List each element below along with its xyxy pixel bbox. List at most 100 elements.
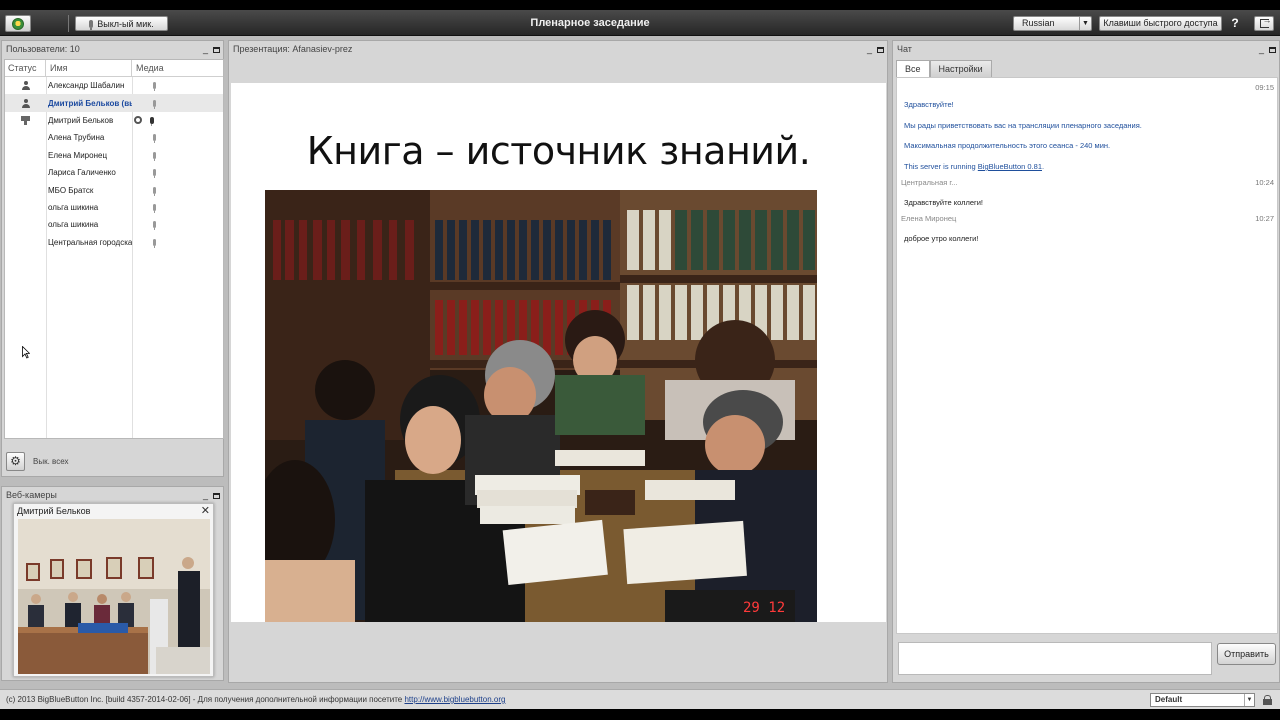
user-status-cell <box>5 98 46 108</box>
user-row[interactable]: Дмитрий Бельков (вы) <box>5 94 223 112</box>
maximize-icon[interactable] <box>877 46 884 53</box>
message-time: 10:27 <box>1255 214 1274 223</box>
microphone-icon[interactable] <box>153 134 156 144</box>
close-icon[interactable]: ✕ <box>201 504 210 518</box>
column-header-media[interactable]: Медиа <box>132 60 223 76</box>
send-message-button[interactable]: Отправить <box>1217 643 1276 665</box>
user-status-cell <box>5 115 46 125</box>
bigbluebutton-logo-icon <box>12 17 24 30</box>
user-media-cell <box>132 221 223 231</box>
server-info-prefix: This server is running <box>904 162 978 171</box>
users-settings-button[interactable]: ⚙ <box>6 451 25 471</box>
column-header-status[interactable]: Статус <box>5 60 46 76</box>
slide-photo-library: 29 12 <box>265 190 817 622</box>
shortcut-keys-button[interactable]: Клавиши быстрого доступа <box>1099 16 1222 31</box>
tab-all[interactable]: Все <box>896 60 930 77</box>
microphone-icon[interactable] <box>150 116 154 126</box>
microphone-icon[interactable] <box>153 151 156 161</box>
webcam-video <box>18 519 210 674</box>
user-row[interactable]: ольга шикина <box>5 216 223 233</box>
users-panel-title: Пользователи: 10 _ <box>2 41 223 57</box>
gear-icon: ⚙ <box>10 453 21 468</box>
users-window-controls: _ <box>203 41 220 57</box>
moderator-icon <box>21 81 30 91</box>
webcam-user-name: Дмитрий Бельков <box>17 506 91 516</box>
user-name: Александр Шабалин <box>48 81 125 91</box>
microphone-icon[interactable] <box>153 203 156 213</box>
microphone-icon[interactable] <box>153 186 156 196</box>
app-header: Выкл-ый мик. Пленарное заседание Russian… <box>0 10 1280 36</box>
microphone-icon[interactable] <box>153 169 156 179</box>
microphone-icon <box>89 19 94 30</box>
message-time: 10:24 <box>1255 178 1274 187</box>
chat-tabs: Все Настройки <box>896 60 992 77</box>
user-name: МБО Братск <box>48 185 94 195</box>
mute-mic-label: Выкл-ый мик. <box>97 18 154 29</box>
app-logo-button[interactable] <box>5 15 31 32</box>
meeting-title: Пленарное заседание <box>530 17 650 29</box>
user-row[interactable]: МБО Братск <box>5 181 223 198</box>
users-panel: Пользователи: 10 _ Статус Имя Медиа Алек… <box>1 40 224 477</box>
user-status-cell <box>5 81 46 91</box>
mouse-cursor-icon <box>22 346 30 359</box>
user-media-cell <box>132 203 223 213</box>
user-row[interactable]: Александр Шабалин <box>5 77 223 94</box>
user-name: Центральная городская б <box>48 237 132 247</box>
user-media-cell <box>132 151 223 161</box>
server-info-message: This server is running BigBlueButton 0.8… <box>904 162 1044 171</box>
layout-select[interactable]: Default ▼ <box>1150 693 1255 707</box>
user-name: Елена Миронец <box>48 150 108 160</box>
bigbluebutton-website-link[interactable]: http://www.bigbluebutton.org <box>404 695 505 704</box>
user-row[interactable]: Центральная городская б <box>5 234 223 251</box>
user-row[interactable]: Алена Трубина <box>5 129 223 146</box>
chat-message-log[interactable]: 09:15 Здравствуйте! Мы рады приветствова… <box>896 77 1278 634</box>
bigbluebutton-version-link[interactable]: BigBlueButton 0.81 <box>978 162 1042 171</box>
user-name: ольга шикина <box>48 202 99 212</box>
dropdown-arrow-icon: ▼ <box>1244 694 1254 706</box>
tab-settings[interactable]: Настройки <box>929 60 992 77</box>
minimize-icon[interactable]: _ <box>1259 44 1269 54</box>
column-header-name[interactable]: Имя <box>46 60 132 76</box>
webcams-panel-title: Веб-камеры _ <box>2 487 223 503</box>
user-row[interactable]: ольга шикина <box>5 199 223 216</box>
mute-all-label[interactable]: Вык. всех <box>33 457 68 466</box>
microphone-icon[interactable] <box>153 221 156 231</box>
microphone-icon[interactable] <box>153 99 156 109</box>
maximize-icon[interactable] <box>213 46 220 53</box>
presentation-slide[interactable]: Книга – источник знаний. 29 12 <box>231 83 886 622</box>
lock-layout-icon[interactable] <box>1263 695 1272 705</box>
language-select[interactable]: Russian ▼ <box>1013 16 1092 31</box>
chat-title: Чат <box>897 44 912 54</box>
user-row[interactable]: Лариса Галиченко <box>5 164 223 181</box>
mute-mic-button[interactable]: Выкл-ый мик. <box>75 16 168 31</box>
minimize-icon[interactable]: _ <box>203 44 213 54</box>
system-message: Максимальная продолжительность этого сеа… <box>904 141 1111 150</box>
chat-message-input[interactable] <box>898 642 1212 675</box>
logout-icon <box>1259 15 1272 28</box>
help-button[interactable]: ? <box>1228 16 1242 31</box>
user-row[interactable]: Дмитрий Бельков <box>5 112 223 129</box>
user-media-cell <box>132 99 223 109</box>
server-info-suffix: . <box>1042 162 1045 171</box>
presentation-title: Презентация: Afanasiev-prez <box>233 44 353 54</box>
webcam-icon[interactable] <box>134 116 142 125</box>
maximize-icon[interactable] <box>1269 46 1276 53</box>
webcam-window[interactable]: Дмитрий Бельков ✕ <box>13 503 214 677</box>
maximize-icon[interactable] <box>213 492 220 499</box>
presenter-icon <box>21 115 30 125</box>
minimize-icon[interactable]: _ <box>867 44 877 54</box>
user-media-cell <box>132 116 223 126</box>
copyright-prefix: (c) 2013 BigBlueButton Inc. [build 4357-… <box>6 695 405 704</box>
user-row[interactable]: Елена Миронец <box>5 147 223 164</box>
slide-heading: Книга – источник знаний. <box>306 129 811 173</box>
users-footer: ⚙ Вык. всех <box>6 451 68 471</box>
minimize-icon[interactable]: _ <box>203 490 213 500</box>
user-media-cell <box>132 134 223 144</box>
microphone-icon[interactable] <box>153 238 156 248</box>
chat-panel: Чат _ Все Настройки 09:15 Здравствуйте! … <box>892 40 1280 683</box>
logout-button[interactable] <box>1254 15 1274 31</box>
status-bar: (c) 2013 BigBlueButton Inc. [build 4357-… <box>0 689 1280 709</box>
microphone-icon[interactable] <box>153 82 156 92</box>
users-table-header: Статус Имя Медиа <box>5 60 223 77</box>
copyright-text: (c) 2013 BigBlueButton Inc. [build 4357-… <box>6 695 505 704</box>
